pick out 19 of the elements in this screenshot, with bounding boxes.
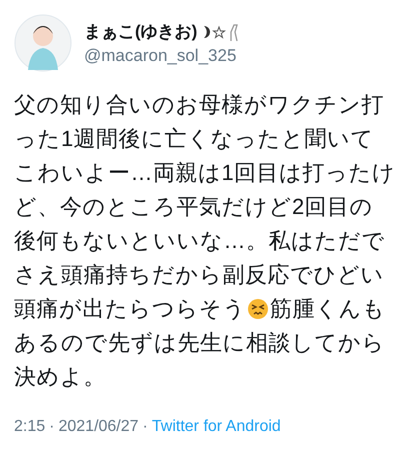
tweet-time: 2:15 bbox=[14, 418, 46, 436]
persevering-face-icon bbox=[247, 298, 269, 320]
source-link[interactable]: Twitter for Android bbox=[152, 418, 281, 436]
tweet-text: さえ頭痛持ちだから副反応でひどい bbox=[14, 261, 384, 289]
tweet-text: あるので先ずは先生に相談してから bbox=[14, 329, 385, 357]
tweet-date: 2021/06/27 bbox=[58, 418, 139, 436]
author-handle[interactable]: @macaron_sol_325 bbox=[84, 46, 242, 66]
avatar[interactable] bbox=[14, 14, 72, 72]
tweet-text: 筋腫くんも bbox=[270, 295, 386, 323]
author-name[interactable]: まぁこ(ゆきお) bbox=[84, 20, 198, 43]
tweet-text: ど、今のところ平気だけど2回目の bbox=[14, 193, 374, 221]
tweet-text: った1週間後に亡くなったと聞いて bbox=[14, 125, 374, 153]
tweet-text: 後何もないといいな…。私はただで bbox=[14, 227, 385, 255]
tweet-text: 頭痛が出たらつらそう bbox=[14, 295, 246, 323]
tweet-text: 決めよ。 bbox=[14, 363, 106, 391]
separator-dot: · bbox=[49, 418, 54, 436]
separator-dot: · bbox=[142, 418, 148, 436]
tweet-text: こわいよー…両親は1回目は打ったけ bbox=[14, 159, 396, 187]
tweet-text: 父の知り合いのお母様がワクチン打 bbox=[14, 91, 384, 119]
